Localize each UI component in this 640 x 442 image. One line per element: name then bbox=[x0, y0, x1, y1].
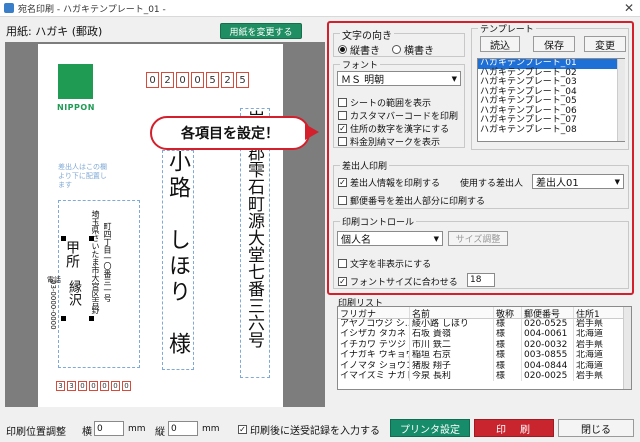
record-send-label: 印刷後に送受記録を入力する bbox=[250, 426, 380, 437]
record-send-checkbox[interactable]: ✓ 印刷後に送受記録を入力する bbox=[238, 422, 380, 437]
zip-digit: 5 bbox=[236, 72, 249, 88]
highlight-frame bbox=[327, 21, 634, 295]
column-header[interactable]: 住所1 bbox=[574, 307, 624, 318]
table-cell: 004-0061 bbox=[522, 329, 574, 340]
horizontal-value: 0 bbox=[97, 423, 103, 434]
change-paper-button[interactable]: 用紙を変更する bbox=[220, 23, 302, 39]
table-cell: イチカワ テツジ bbox=[338, 339, 410, 351]
checkbox-checked-icon: ✓ bbox=[238, 424, 247, 434]
column-header[interactable]: フリガナ bbox=[338, 307, 410, 318]
close-icon[interactable]: ✕ bbox=[624, 1, 634, 15]
table-cell: 今泉 長利 bbox=[410, 370, 494, 382]
table-cell: アヤノコウジ シ… bbox=[340, 319, 410, 330]
sender-name-1: 甲所 bbox=[64, 240, 80, 268]
nippon-logo-icon bbox=[58, 64, 93, 99]
logo-text: NIPPON bbox=[57, 103, 95, 112]
zip-digit: 5 bbox=[206, 72, 219, 88]
table-row[interactable]: イチカワ テツジ 市川 鉄二様 020-0032 岩手県 bbox=[338, 339, 631, 351]
table-cell: 020-0025 bbox=[522, 370, 574, 382]
table-cell: 稲垣 右京 bbox=[410, 350, 494, 361]
zip-digit: 3 bbox=[56, 381, 65, 391]
table-row[interactable]: イナガキ ウキョウ 稲垣 右京様 003-0855 北海道 bbox=[338, 350, 631, 361]
sender-zip[interactable]: 3 3 0 0 0 0 0 bbox=[56, 381, 131, 391]
table-row[interactable]: イノマタ ショウコ 猪股 翔子様 004-0844 北海道 bbox=[338, 360, 631, 371]
print-list-table[interactable]: フリガナ 名前 敬称 郵便番号 住所1 アヤノコウジ シ… 綾小路 しほり様 020… bbox=[337, 306, 632, 390]
scrollbar[interactable] bbox=[623, 307, 631, 389]
table-cell: 様 bbox=[494, 329, 522, 340]
sender-hint: 差出人はこの欄より下に配置します bbox=[58, 163, 107, 189]
zip-digit: 0 bbox=[146, 72, 159, 88]
table-cell: 020-0032 bbox=[522, 339, 574, 351]
vertical-value: 0 bbox=[171, 423, 177, 434]
column-header[interactable]: 郵便番号 bbox=[522, 307, 574, 318]
table-cell: イシザカ タカネ bbox=[338, 329, 410, 340]
unit-label: mm bbox=[128, 424, 146, 434]
zip-digit: 0 bbox=[89, 381, 98, 391]
print-button[interactable]: 印 刷 bbox=[474, 419, 554, 437]
table-cell: イマイズミ ナガト… bbox=[338, 370, 410, 382]
table-cell: 004-0844 bbox=[522, 360, 574, 371]
horizontal-stepper[interactable]: 0 bbox=[94, 421, 124, 436]
vertical-stepper[interactable]: 0 bbox=[168, 421, 198, 436]
close-button[interactable]: 閉じる bbox=[558, 419, 634, 437]
table-cell: 様 bbox=[494, 350, 522, 361]
table-row[interactable]: イマイズミ ナガト…今泉 長利様020-0025岩手県 bbox=[338, 370, 631, 382]
zip-digit: 0 bbox=[111, 381, 120, 391]
table-cell: 岩手県 bbox=[574, 370, 624, 382]
sender-phone: 03-0000-0000 bbox=[49, 280, 57, 330]
table-cell: 020-0525 bbox=[522, 319, 574, 330]
title-bar: 宛名印刷 - ハガキテンプレート_01 - ✕ bbox=[0, 0, 640, 17]
sender-address-2: 町四丁目一〇番三一号 bbox=[103, 222, 112, 302]
table-cell: 岩手県 bbox=[574, 319, 624, 330]
resize-handle[interactable] bbox=[89, 236, 94, 241]
table-cell: 市川 鉄二 bbox=[410, 339, 494, 351]
callout-bubble: 各項目を設定！ bbox=[150, 116, 310, 150]
recipient-address: 岩手郡雫石町源大堂七番三六号 bbox=[244, 110, 264, 348]
unit-label: mm bbox=[202, 424, 220, 434]
zip-digit: 3 bbox=[67, 381, 76, 391]
printer-settings-button[interactable]: プリンタ設定 bbox=[390, 419, 470, 437]
recipient-name: 小路 しほり 様 bbox=[165, 150, 190, 358]
column-header[interactable]: 敬称 bbox=[494, 307, 522, 318]
recipient-zip[interactable]: 0 2 0 0 5 2 5 bbox=[146, 72, 249, 88]
callout-pointer bbox=[305, 124, 319, 140]
resize-handle[interactable] bbox=[61, 316, 66, 321]
table-cell: 様 bbox=[494, 319, 522, 330]
table-cell: 猪股 翔子 bbox=[410, 360, 494, 371]
table-cell: イノマタ ショウコ bbox=[340, 360, 410, 371]
table-cell: 岩手県 bbox=[574, 339, 624, 351]
column-header[interactable]: 名前 bbox=[410, 307, 494, 318]
zip-digit: 0 bbox=[100, 381, 109, 391]
table-row[interactable]: イシザカ タカネ 石坂 貴嶺様 004-0061 北海道 bbox=[338, 329, 631, 340]
table-row[interactable]: アヤノコウジ シ… 綾小路 しほり様 020-0525 岩手県 bbox=[338, 319, 631, 330]
zip-digit: 0 bbox=[78, 381, 87, 391]
table-cell: 003-0855 bbox=[522, 350, 574, 361]
sender-name-2: 縁沢 bbox=[66, 280, 81, 306]
table-cell: 様 bbox=[494, 339, 522, 351]
resize-handle[interactable] bbox=[89, 316, 94, 321]
resize-handle[interactable] bbox=[61, 236, 66, 241]
table-cell: 北海道 bbox=[574, 360, 624, 371]
window-title: 宛名印刷 - ハガキテンプレート_01 - bbox=[18, 4, 166, 15]
position-label: 印刷位置調整 bbox=[6, 427, 66, 438]
paper-label: 用紙: ハガキ (郵政) bbox=[6, 25, 103, 38]
table-cell: 石坂 貴嶺 bbox=[410, 329, 494, 340]
zip-digit: 2 bbox=[161, 72, 174, 88]
sender-phone-label: 電話 bbox=[47, 276, 61, 284]
table-cell: 北海道 bbox=[574, 350, 624, 361]
app-icon bbox=[4, 3, 14, 13]
zip-digit: 0 bbox=[176, 72, 189, 88]
table-cell: 様 bbox=[494, 370, 522, 382]
table-cell: 綾小路 しほり bbox=[410, 319, 494, 330]
table-cell: 北海道 bbox=[574, 329, 624, 340]
horizontal-label: 横 bbox=[82, 427, 92, 438]
table-cell: 様 bbox=[494, 360, 522, 371]
zip-digit: 2 bbox=[221, 72, 234, 88]
zip-digit: 0 bbox=[191, 72, 204, 88]
table-header: フリガナ 名前 敬称 郵便番号 住所1 bbox=[338, 307, 631, 319]
vertical-label: 縦 bbox=[155, 427, 165, 438]
sender-address: 埼玉県さいたま市大宮区吉野 bbox=[91, 210, 100, 314]
zip-digit: 0 bbox=[122, 381, 131, 391]
table-cell: イナガキ ウキョウ bbox=[340, 350, 410, 361]
